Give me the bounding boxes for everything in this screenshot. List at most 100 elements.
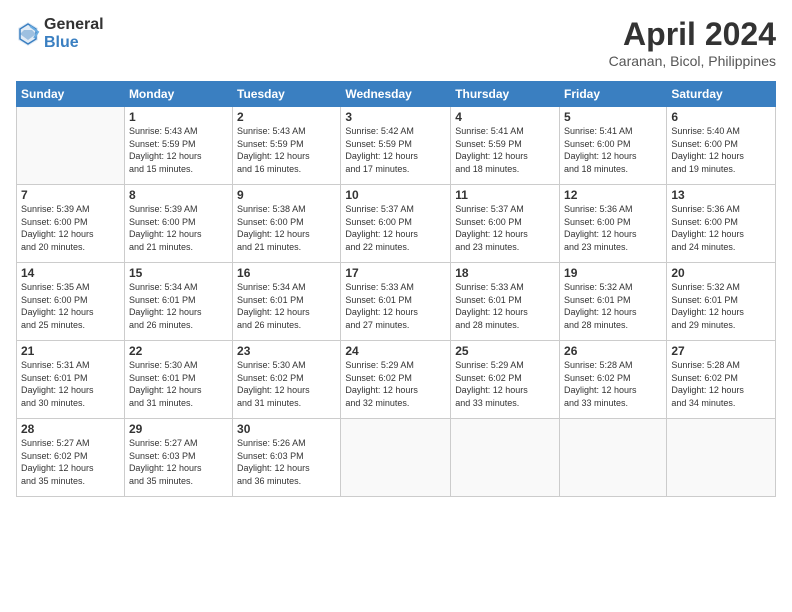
day-info: Sunrise: 5:32 AM Sunset: 6:01 PM Dayligh… [564,281,662,331]
header-sunday: Sunday [17,82,125,107]
day-info: Sunrise: 5:41 AM Sunset: 5:59 PM Dayligh… [455,125,555,175]
day-info: Sunrise: 5:34 AM Sunset: 6:01 PM Dayligh… [237,281,336,331]
location: Caranan, Bicol, Philippines [609,53,776,69]
day-cell [17,107,125,185]
day-cell: 6Sunrise: 5:40 AM Sunset: 6:00 PM Daylig… [667,107,776,185]
week-row-3: 21Sunrise: 5:31 AM Sunset: 6:01 PM Dayli… [17,341,776,419]
day-cell: 12Sunrise: 5:36 AM Sunset: 6:00 PM Dayli… [560,185,667,263]
logo: General Blue [16,16,104,51]
day-info: Sunrise: 5:32 AM Sunset: 6:01 PM Dayligh… [671,281,771,331]
day-number: 22 [129,344,228,358]
day-number: 13 [671,188,771,202]
header-row: Sunday Monday Tuesday Wednesday Thursday… [17,82,776,107]
day-number: 16 [237,266,336,280]
day-number: 29 [129,422,228,436]
day-info: Sunrise: 5:43 AM Sunset: 5:59 PM Dayligh… [129,125,228,175]
week-row-0: 1Sunrise: 5:43 AM Sunset: 5:59 PM Daylig… [17,107,776,185]
day-info: Sunrise: 5:34 AM Sunset: 6:01 PM Dayligh… [129,281,228,331]
day-number: 27 [671,344,771,358]
day-cell: 5Sunrise: 5:41 AM Sunset: 6:00 PM Daylig… [560,107,667,185]
day-number: 25 [455,344,555,358]
logo-general-text: General [44,16,104,34]
day-cell [341,419,451,497]
header-saturday: Saturday [667,82,776,107]
day-cell: 24Sunrise: 5:29 AM Sunset: 6:02 PM Dayli… [341,341,451,419]
header-thursday: Thursday [451,82,560,107]
day-cell [451,419,560,497]
day-info: Sunrise: 5:37 AM Sunset: 6:00 PM Dayligh… [345,203,446,253]
day-info: Sunrise: 5:38 AM Sunset: 6:00 PM Dayligh… [237,203,336,253]
day-number: 12 [564,188,662,202]
day-cell: 30Sunrise: 5:26 AM Sunset: 6:03 PM Dayli… [233,419,341,497]
day-cell: 18Sunrise: 5:33 AM Sunset: 6:01 PM Dayli… [451,263,560,341]
day-info: Sunrise: 5:41 AM Sunset: 6:00 PM Dayligh… [564,125,662,175]
day-number: 26 [564,344,662,358]
page: General Blue April 2024 Caranan, Bicol, … [0,0,792,612]
day-info: Sunrise: 5:33 AM Sunset: 6:01 PM Dayligh… [345,281,446,331]
day-cell [667,419,776,497]
day-cell: 13Sunrise: 5:36 AM Sunset: 6:00 PM Dayli… [667,185,776,263]
calendar-header: Sunday Monday Tuesday Wednesday Thursday… [17,82,776,107]
day-info: Sunrise: 5:43 AM Sunset: 5:59 PM Dayligh… [237,125,336,175]
day-number: 21 [21,344,120,358]
day-info: Sunrise: 5:36 AM Sunset: 6:00 PM Dayligh… [671,203,771,253]
day-info: Sunrise: 5:28 AM Sunset: 6:02 PM Dayligh… [671,359,771,409]
day-cell: 16Sunrise: 5:34 AM Sunset: 6:01 PM Dayli… [233,263,341,341]
day-cell: 28Sunrise: 5:27 AM Sunset: 6:02 PM Dayli… [17,419,125,497]
day-number: 20 [671,266,771,280]
day-info: Sunrise: 5:39 AM Sunset: 6:00 PM Dayligh… [129,203,228,253]
day-number: 10 [345,188,446,202]
day-cell: 4Sunrise: 5:41 AM Sunset: 5:59 PM Daylig… [451,107,560,185]
day-number: 9 [237,188,336,202]
day-number: 18 [455,266,555,280]
day-number: 3 [345,110,446,124]
day-info: Sunrise: 5:33 AM Sunset: 6:01 PM Dayligh… [455,281,555,331]
day-cell: 25Sunrise: 5:29 AM Sunset: 6:02 PM Dayli… [451,341,560,419]
day-number: 15 [129,266,228,280]
header-friday: Friday [560,82,667,107]
day-info: Sunrise: 5:27 AM Sunset: 6:02 PM Dayligh… [21,437,120,487]
day-number: 5 [564,110,662,124]
day-number: 11 [455,188,555,202]
day-number: 28 [21,422,120,436]
header: General Blue April 2024 Caranan, Bicol, … [16,16,776,69]
day-cell: 8Sunrise: 5:39 AM Sunset: 6:00 PM Daylig… [124,185,232,263]
day-cell: 14Sunrise: 5:35 AM Sunset: 6:00 PM Dayli… [17,263,125,341]
day-info: Sunrise: 5:39 AM Sunset: 6:00 PM Dayligh… [21,203,120,253]
month-title: April 2024 [609,16,776,53]
day-cell: 27Sunrise: 5:28 AM Sunset: 6:02 PM Dayli… [667,341,776,419]
day-number: 6 [671,110,771,124]
day-info: Sunrise: 5:26 AM Sunset: 6:03 PM Dayligh… [237,437,336,487]
day-number: 23 [237,344,336,358]
day-cell: 17Sunrise: 5:33 AM Sunset: 6:01 PM Dayli… [341,263,451,341]
day-info: Sunrise: 5:42 AM Sunset: 5:59 PM Dayligh… [345,125,446,175]
week-row-2: 14Sunrise: 5:35 AM Sunset: 6:00 PM Dayli… [17,263,776,341]
day-info: Sunrise: 5:30 AM Sunset: 6:02 PM Dayligh… [237,359,336,409]
day-info: Sunrise: 5:27 AM Sunset: 6:03 PM Dayligh… [129,437,228,487]
day-cell: 20Sunrise: 5:32 AM Sunset: 6:01 PM Dayli… [667,263,776,341]
day-cell: 29Sunrise: 5:27 AM Sunset: 6:03 PM Dayli… [124,419,232,497]
day-cell: 3Sunrise: 5:42 AM Sunset: 5:59 PM Daylig… [341,107,451,185]
day-number: 30 [237,422,336,436]
day-cell [560,419,667,497]
logo-icon [16,20,40,48]
day-number: 8 [129,188,228,202]
day-cell: 10Sunrise: 5:37 AM Sunset: 6:00 PM Dayli… [341,185,451,263]
logo-blue-text: Blue [44,34,104,52]
logo-text: General Blue [44,16,104,51]
day-info: Sunrise: 5:31 AM Sunset: 6:01 PM Dayligh… [21,359,120,409]
header-tuesday: Tuesday [233,82,341,107]
day-number: 4 [455,110,555,124]
day-info: Sunrise: 5:36 AM Sunset: 6:00 PM Dayligh… [564,203,662,253]
day-info: Sunrise: 5:40 AM Sunset: 6:00 PM Dayligh… [671,125,771,175]
day-cell: 9Sunrise: 5:38 AM Sunset: 6:00 PM Daylig… [233,185,341,263]
header-wednesday: Wednesday [341,82,451,107]
week-row-4: 28Sunrise: 5:27 AM Sunset: 6:02 PM Dayli… [17,419,776,497]
day-info: Sunrise: 5:29 AM Sunset: 6:02 PM Dayligh… [455,359,555,409]
day-cell: 23Sunrise: 5:30 AM Sunset: 6:02 PM Dayli… [233,341,341,419]
calendar-table: Sunday Monday Tuesday Wednesday Thursday… [16,81,776,497]
day-number: 7 [21,188,120,202]
day-cell: 22Sunrise: 5:30 AM Sunset: 6:01 PM Dayli… [124,341,232,419]
day-number: 2 [237,110,336,124]
day-number: 14 [21,266,120,280]
